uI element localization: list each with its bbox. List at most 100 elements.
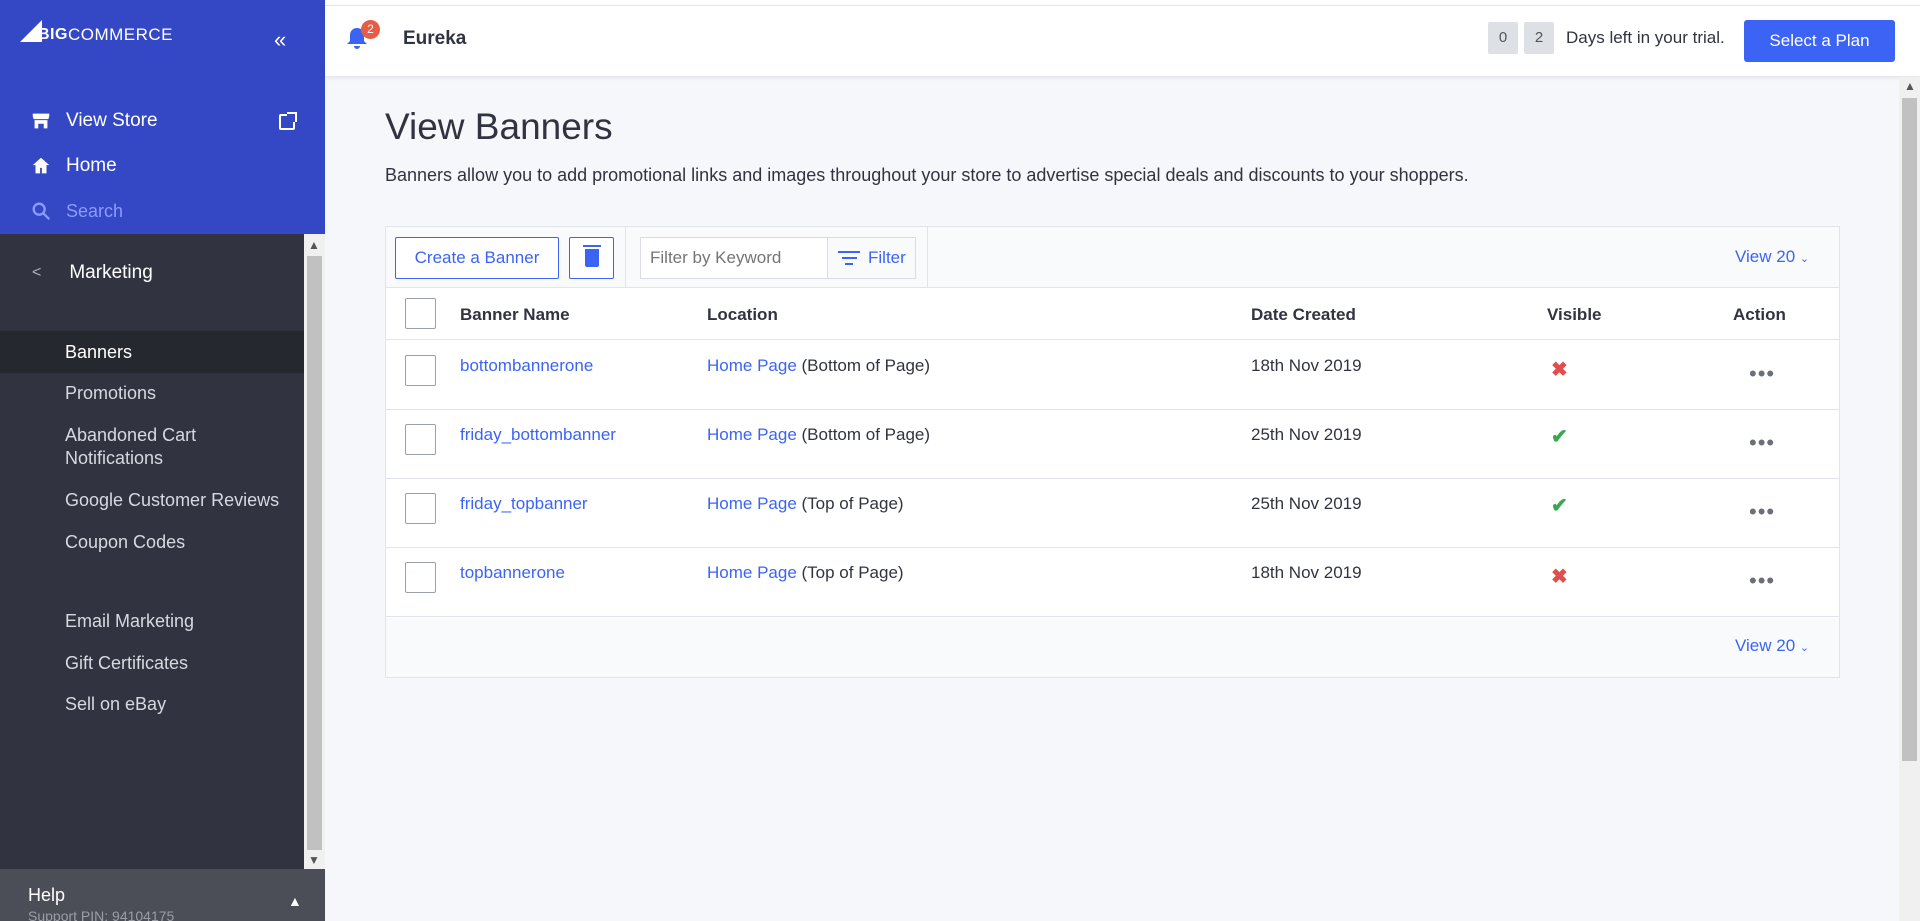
view-store-link[interactable]: View Store [30,110,158,132]
delete-button[interactable] [569,237,614,279]
column-header-location[interactable]: Location [707,305,778,325]
banners-table: Create a Banner Filter View 20 ⌄ Banner … [385,226,1840,678]
trash-icon [583,245,601,267]
top-bar: 2 Eureka 0 2 Days left in your trial. Se… [325,6,1920,76]
table-row: friday_bottombanner Home Page (Bottom of… [386,410,1839,479]
row-checkbox[interactable] [405,355,436,386]
column-header-name[interactable]: Banner Name [460,305,570,325]
location-cell: Home Page (Top of Page) [707,563,904,583]
filter-keyword-input[interactable] [640,237,828,279]
row-actions-icon[interactable]: ••• [1749,499,1775,525]
date-created: 18th Nov 2019 [1251,356,1362,375]
search-placeholder: Search [66,200,124,221]
notification-badge: 2 [361,20,380,39]
bigcommerce-logo[interactable]: BIG COMMERCE [20,20,174,46]
banner-name-link[interactable]: friday_topbanner [460,494,588,514]
marketing-section-header[interactable]: < Marketing [0,251,304,295]
scrollbar-thumb[interactable] [307,256,322,850]
location-link[interactable]: Home Page [707,356,797,375]
trial-text: Days left in your trial. [1566,28,1725,47]
banner-name-link[interactable]: bottombannerone [460,356,593,376]
date-created: 25th Nov 2019 [1251,425,1362,444]
sidebar-item-gift-certificates[interactable]: Gift Certificates [65,652,188,675]
view-store-label: View Store [66,110,158,131]
scroll-down-icon[interactable]: ▼ [308,853,320,867]
home-link[interactable]: Home [30,155,117,177]
location-link[interactable]: Home Page [707,563,797,582]
home-label: Home [66,155,117,176]
page-description: Banners allow you to add promotional lin… [385,165,1469,185]
page-title: View Banners [385,106,613,147]
column-header-action: Action [1733,305,1786,324]
sidebar-item-google-reviews[interactable]: Google Customer Reviews [65,489,279,512]
table-row: topbannerone Home Page (Top of Page) 18t… [386,548,1839,617]
scrollbar-thumb[interactable] [1902,98,1917,761]
column-header-date[interactable]: Date Created [1251,305,1356,325]
logo-mark-icon [20,20,42,42]
sidebar-item-email-marketing[interactable]: Email Marketing [65,610,194,633]
sidebar-search[interactable]: Search [30,200,123,222]
support-pin: Support PIN: 94104175 [28,908,175,921]
view-count-dropdown[interactable]: View 20 ⌄ [1735,636,1809,656]
view-count-dropdown[interactable]: View 20 ⌄ [1735,247,1809,267]
visible-check-icon: ✔ [1551,495,1568,517]
sidebar-item-coupon-codes[interactable]: Coupon Codes [65,531,185,554]
sidebar-header: BIG COMMERCE « View Store Home Search [0,0,325,234]
external-link-icon[interactable] [279,112,297,130]
view-count-label: View 20 [1735,636,1796,655]
scroll-up-icon[interactable]: ▲ [1904,79,1916,93]
trial-digit: 0 [1488,22,1518,54]
sidebar-item-abandoned-cart[interactable]: Abandoned Cart Notifications [65,424,196,470]
chevron-down-icon: ⌄ [1799,642,1810,654]
create-banner-button[interactable]: Create a Banner [395,237,559,279]
column-header-visible: Visible [1547,305,1602,324]
store-name: Eureka [403,28,467,49]
table-row: friday_topbanner Home Page (Top of Page)… [386,479,1839,548]
table-row: bottombannerone Home Page (Bottom of Pag… [386,341,1839,410]
sidebar-item-banners[interactable]: Banners [65,341,132,364]
toolbar-divider [927,227,928,287]
location-link[interactable]: Home Page [707,494,797,513]
home-icon [32,157,50,174]
scroll-up-icon[interactable]: ▲ [308,238,320,252]
filter-button-label: Filter [868,248,906,267]
help-panel[interactable]: Help Support PIN: 94104175 ▲ [0,869,325,921]
banner-name-link[interactable]: topbannerone [460,563,565,583]
store-icon [32,113,50,129]
location-cell: Home Page (Top of Page) [707,494,904,514]
table-header: Banner Name Location Date Created Visibl… [386,288,1839,340]
location-cell: Home Page (Bottom of Page) [707,425,930,445]
row-checkbox[interactable] [405,424,436,455]
filter-icon [838,251,860,265]
logo-text-big: BIG [38,26,68,43]
row-actions-icon[interactable]: ••• [1749,361,1775,387]
active-item-highlight [0,331,304,373]
sidebar-scrollbar[interactable]: ▲ ▼ [304,234,325,869]
section-title: Marketing [69,262,153,283]
sidebar-item-sell-on-ebay[interactable]: Sell on eBay [65,693,166,716]
collapse-sidebar-icon[interactable]: « [274,29,286,51]
visible-check-icon: ✔ [1551,426,1568,448]
row-checkbox[interactable] [405,562,436,593]
banner-name-link[interactable]: friday_bottombanner [460,425,616,445]
location-link[interactable]: Home Page [707,425,797,444]
location-detail: (Bottom of Page) [801,356,931,375]
chevron-left-icon: < [32,264,42,281]
filter-button[interactable]: Filter [827,237,916,279]
sidebar-item-promotions[interactable]: Promotions [65,382,156,405]
row-actions-icon[interactable]: ••• [1749,568,1775,594]
date-created: 25th Nov 2019 [1251,494,1362,513]
select-plan-button[interactable]: Select a Plan [1744,20,1895,62]
row-checkbox[interactable] [405,493,436,524]
table-toolbar: Create a Banner Filter View 20 ⌄ [386,227,1839,288]
location-cell: Home Page (Bottom of Page) [707,356,930,376]
main-scrollbar[interactable]: ▲ [1899,77,1920,921]
location-detail: (Top of Page) [801,494,904,513]
sidebar: BIG COMMERCE « View Store Home Search < … [0,0,325,921]
select-all-checkbox[interactable] [405,298,436,329]
row-actions-icon[interactable]: ••• [1749,430,1775,456]
not-visible-icon: ✖ [1551,566,1568,588]
chevron-up-icon[interactable]: ▲ [288,893,302,909]
logo-text-rest: COMMERCE [67,25,174,44]
toolbar-divider [625,227,626,287]
